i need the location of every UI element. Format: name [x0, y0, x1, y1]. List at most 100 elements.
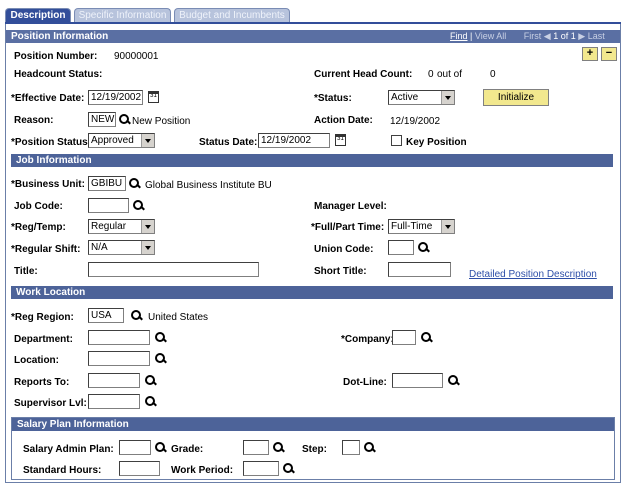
dot-line-label: Dot-Line:: [343, 377, 387, 388]
current-head-count-label: Current Head Count:: [314, 69, 413, 80]
magnifier-icon[interactable]: [272, 441, 285, 454]
magnifier-icon[interactable]: [447, 374, 460, 387]
magnifier-icon[interactable]: [132, 199, 145, 212]
tab-budget-and-incumbents[interactable]: Budget and Incumbents: [174, 8, 290, 23]
scroll-navigation: Find | View All First ◀ 1 of 1 ▶ Last: [450, 31, 605, 41]
last-arrow-icon[interactable]: ▶: [578, 31, 585, 41]
grade-input[interactable]: [243, 440, 269, 455]
standard-hours-label: Standard Hours:: [23, 465, 102, 476]
reg-region-input[interactable]: USA: [88, 308, 124, 323]
initialize-button[interactable]: Initialize: [483, 89, 549, 106]
work-period-input[interactable]: [243, 461, 279, 476]
reason-input[interactable]: NEW: [88, 112, 116, 127]
manager-level-label: Manager Level:: [314, 201, 387, 212]
full-part-time-label: *Full/Part Time:: [311, 222, 385, 233]
current-head-count-value: 0: [428, 69, 434, 80]
regular-shift-label: *Regular Shift:: [11, 244, 81, 255]
chevron-down-icon[interactable]: [441, 91, 454, 104]
effective-date-label: *Effective Date:: [11, 93, 85, 104]
regular-shift-select[interactable]: N/A: [88, 240, 155, 255]
magnifier-icon[interactable]: [154, 441, 167, 454]
supervisor-level-label: Supervisor Lvl:: [14, 398, 87, 409]
first-arrow-icon[interactable]: ◀: [544, 31, 551, 41]
salary-plan-header: Salary Plan Information: [12, 418, 614, 431]
reports-to-label: Reports To:: [14, 377, 70, 388]
salary-admin-plan-input[interactable]: [119, 440, 151, 455]
location-label: Location:: [14, 355, 59, 366]
magnifier-icon[interactable]: [363, 441, 376, 454]
dot-line-input[interactable]: [392, 373, 443, 388]
magnifier-icon[interactable]: [128, 177, 141, 190]
reg-region-label: *Reg Region:: [11, 312, 74, 323]
standard-hours-input[interactable]: [119, 461, 160, 476]
position-status-label: *Position Status:: [11, 137, 92, 148]
status-select[interactable]: Active: [388, 90, 455, 105]
headcount-status-label: Headcount Status:: [14, 69, 103, 80]
department-label: Department:: [14, 334, 73, 345]
magnifier-icon[interactable]: [130, 309, 143, 322]
union-code-input[interactable]: [388, 240, 414, 255]
status-date-input[interactable]: 12/19/2002: [258, 133, 330, 148]
job-code-input[interactable]: [88, 198, 129, 213]
magnifier-icon[interactable]: [154, 331, 167, 344]
calendar-icon[interactable]: 31: [335, 134, 346, 146]
title-label: Title:: [14, 266, 38, 277]
company-input[interactable]: [392, 330, 416, 345]
union-code-label: Union Code:: [314, 244, 374, 255]
regular-shift-value: N/A: [91, 242, 108, 253]
key-position-label: Key Position: [406, 137, 467, 148]
tab-specific-information[interactable]: Specific Information: [74, 8, 171, 23]
status-date-label: Status Date:: [199, 137, 258, 148]
work-location-header: Work Location: [11, 286, 613, 299]
chevron-down-icon[interactable]: [141, 220, 154, 233]
grade-label: Grade:: [171, 444, 204, 455]
location-input[interactable]: [88, 351, 150, 366]
reports-to-input[interactable]: [88, 373, 140, 388]
add-row-button[interactable]: +: [582, 47, 598, 61]
magnifier-icon[interactable]: [154, 352, 167, 365]
out-of-label: out of: [437, 69, 463, 80]
title-input[interactable]: [88, 262, 259, 277]
chevron-down-icon[interactable]: [141, 134, 154, 147]
action-date-value: 12/19/2002: [390, 116, 441, 127]
effective-date-input[interactable]: 12/19/2002: [88, 90, 143, 105]
department-input[interactable]: [88, 330, 150, 345]
magnifier-icon[interactable]: [420, 331, 433, 344]
last-link[interactable]: Last: [588, 31, 605, 41]
position-number-label: Position Number:: [14, 51, 98, 62]
supervisor-level-input[interactable]: [88, 394, 140, 409]
magnifier-icon[interactable]: [417, 241, 430, 254]
status-value: Active: [391, 92, 419, 103]
out-of-value: 0: [490, 69, 496, 80]
full-part-time-value: Full-Time: [391, 221, 433, 232]
reg-temp-select[interactable]: Regular: [88, 219, 155, 234]
reason-description: New Position: [132, 116, 191, 127]
find-link[interactable]: Find: [450, 31, 468, 41]
job-information-header: Job Information: [11, 154, 613, 167]
magnifier-icon[interactable]: [118, 113, 131, 126]
step-label: Step:: [302, 444, 327, 455]
job-code-label: Job Code:: [14, 201, 63, 212]
status-label: *Status:: [314, 93, 352, 104]
work-period-label: Work Period:: [171, 465, 234, 476]
magnifier-icon[interactable]: [144, 395, 157, 408]
magnifier-icon[interactable]: [282, 462, 295, 475]
key-position-checkbox[interactable]: [391, 135, 402, 146]
business-unit-label: *Business Unit:: [11, 179, 85, 190]
company-label: *Company:: [341, 334, 394, 345]
view-all-link[interactable]: View All: [475, 31, 506, 41]
delete-row-button[interactable]: −: [601, 47, 617, 61]
chevron-down-icon[interactable]: [441, 220, 454, 233]
detailed-position-description-link[interactable]: Detailed Position Description: [469, 269, 597, 280]
chevron-down-icon[interactable]: [141, 241, 154, 254]
full-part-time-select[interactable]: Full-Time: [388, 219, 455, 234]
magnifier-icon[interactable]: [144, 374, 157, 387]
business-unit-input[interactable]: GBIBU: [88, 176, 126, 191]
first-link[interactable]: First: [524, 31, 542, 41]
position-number-value: 90000001: [114, 51, 159, 62]
step-input[interactable]: [342, 440, 360, 455]
short-title-input[interactable]: [388, 262, 451, 277]
reg-temp-value: Regular: [91, 221, 127, 232]
position-status-select[interactable]: Approved: [88, 133, 155, 148]
calendar-icon[interactable]: 31: [148, 91, 159, 103]
